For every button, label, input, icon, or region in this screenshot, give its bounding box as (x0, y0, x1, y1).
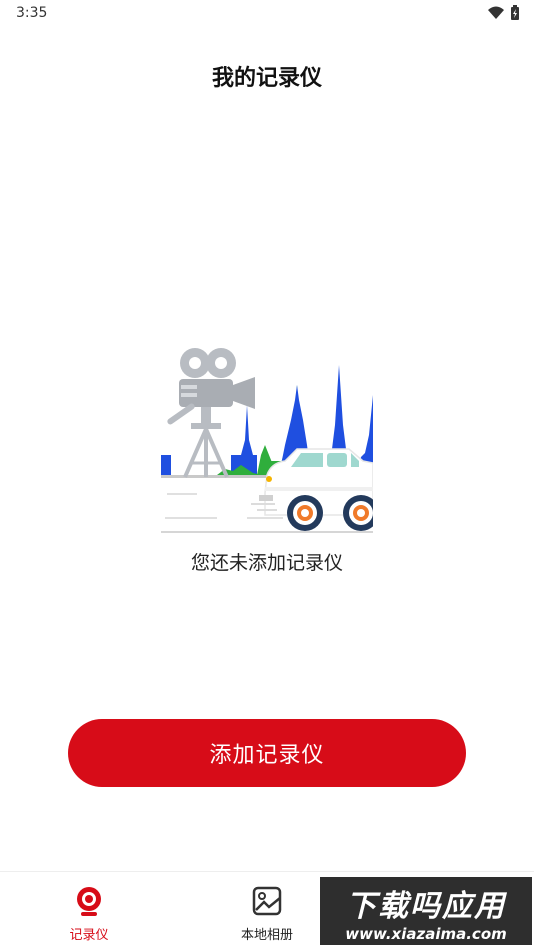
nav-item-recorder[interactable]: 记录仪 (44, 886, 134, 943)
add-recorder-button[interactable]: 添加记录仪 (68, 719, 466, 787)
status-bar: 3:35 (0, 0, 534, 28)
watermark-title: 下载吗应用 (346, 889, 506, 924)
status-icons (488, 5, 520, 21)
wifi-icon (488, 6, 504, 19)
status-time: 3:35 (16, 5, 48, 21)
page-title: 我的记录仪 (211, 66, 322, 91)
camera-car-city-illustration (161, 348, 373, 533)
album-icon (252, 886, 282, 916)
nav-item-album[interactable]: 本地相册 (222, 886, 312, 943)
battery-charging-icon (511, 5, 519, 20)
watermark-url: www.xiazaima.com (345, 925, 507, 943)
watermark-logo: 下载吗应用 www.xiazaima.com (320, 877, 532, 945)
nav-label-album: 本地相册 (240, 928, 293, 943)
empty-state-message: 您还未添加记录仪 (190, 552, 343, 574)
dashcam-icon (77, 887, 101, 916)
nav-label-recorder: 记录仪 (69, 928, 109, 943)
